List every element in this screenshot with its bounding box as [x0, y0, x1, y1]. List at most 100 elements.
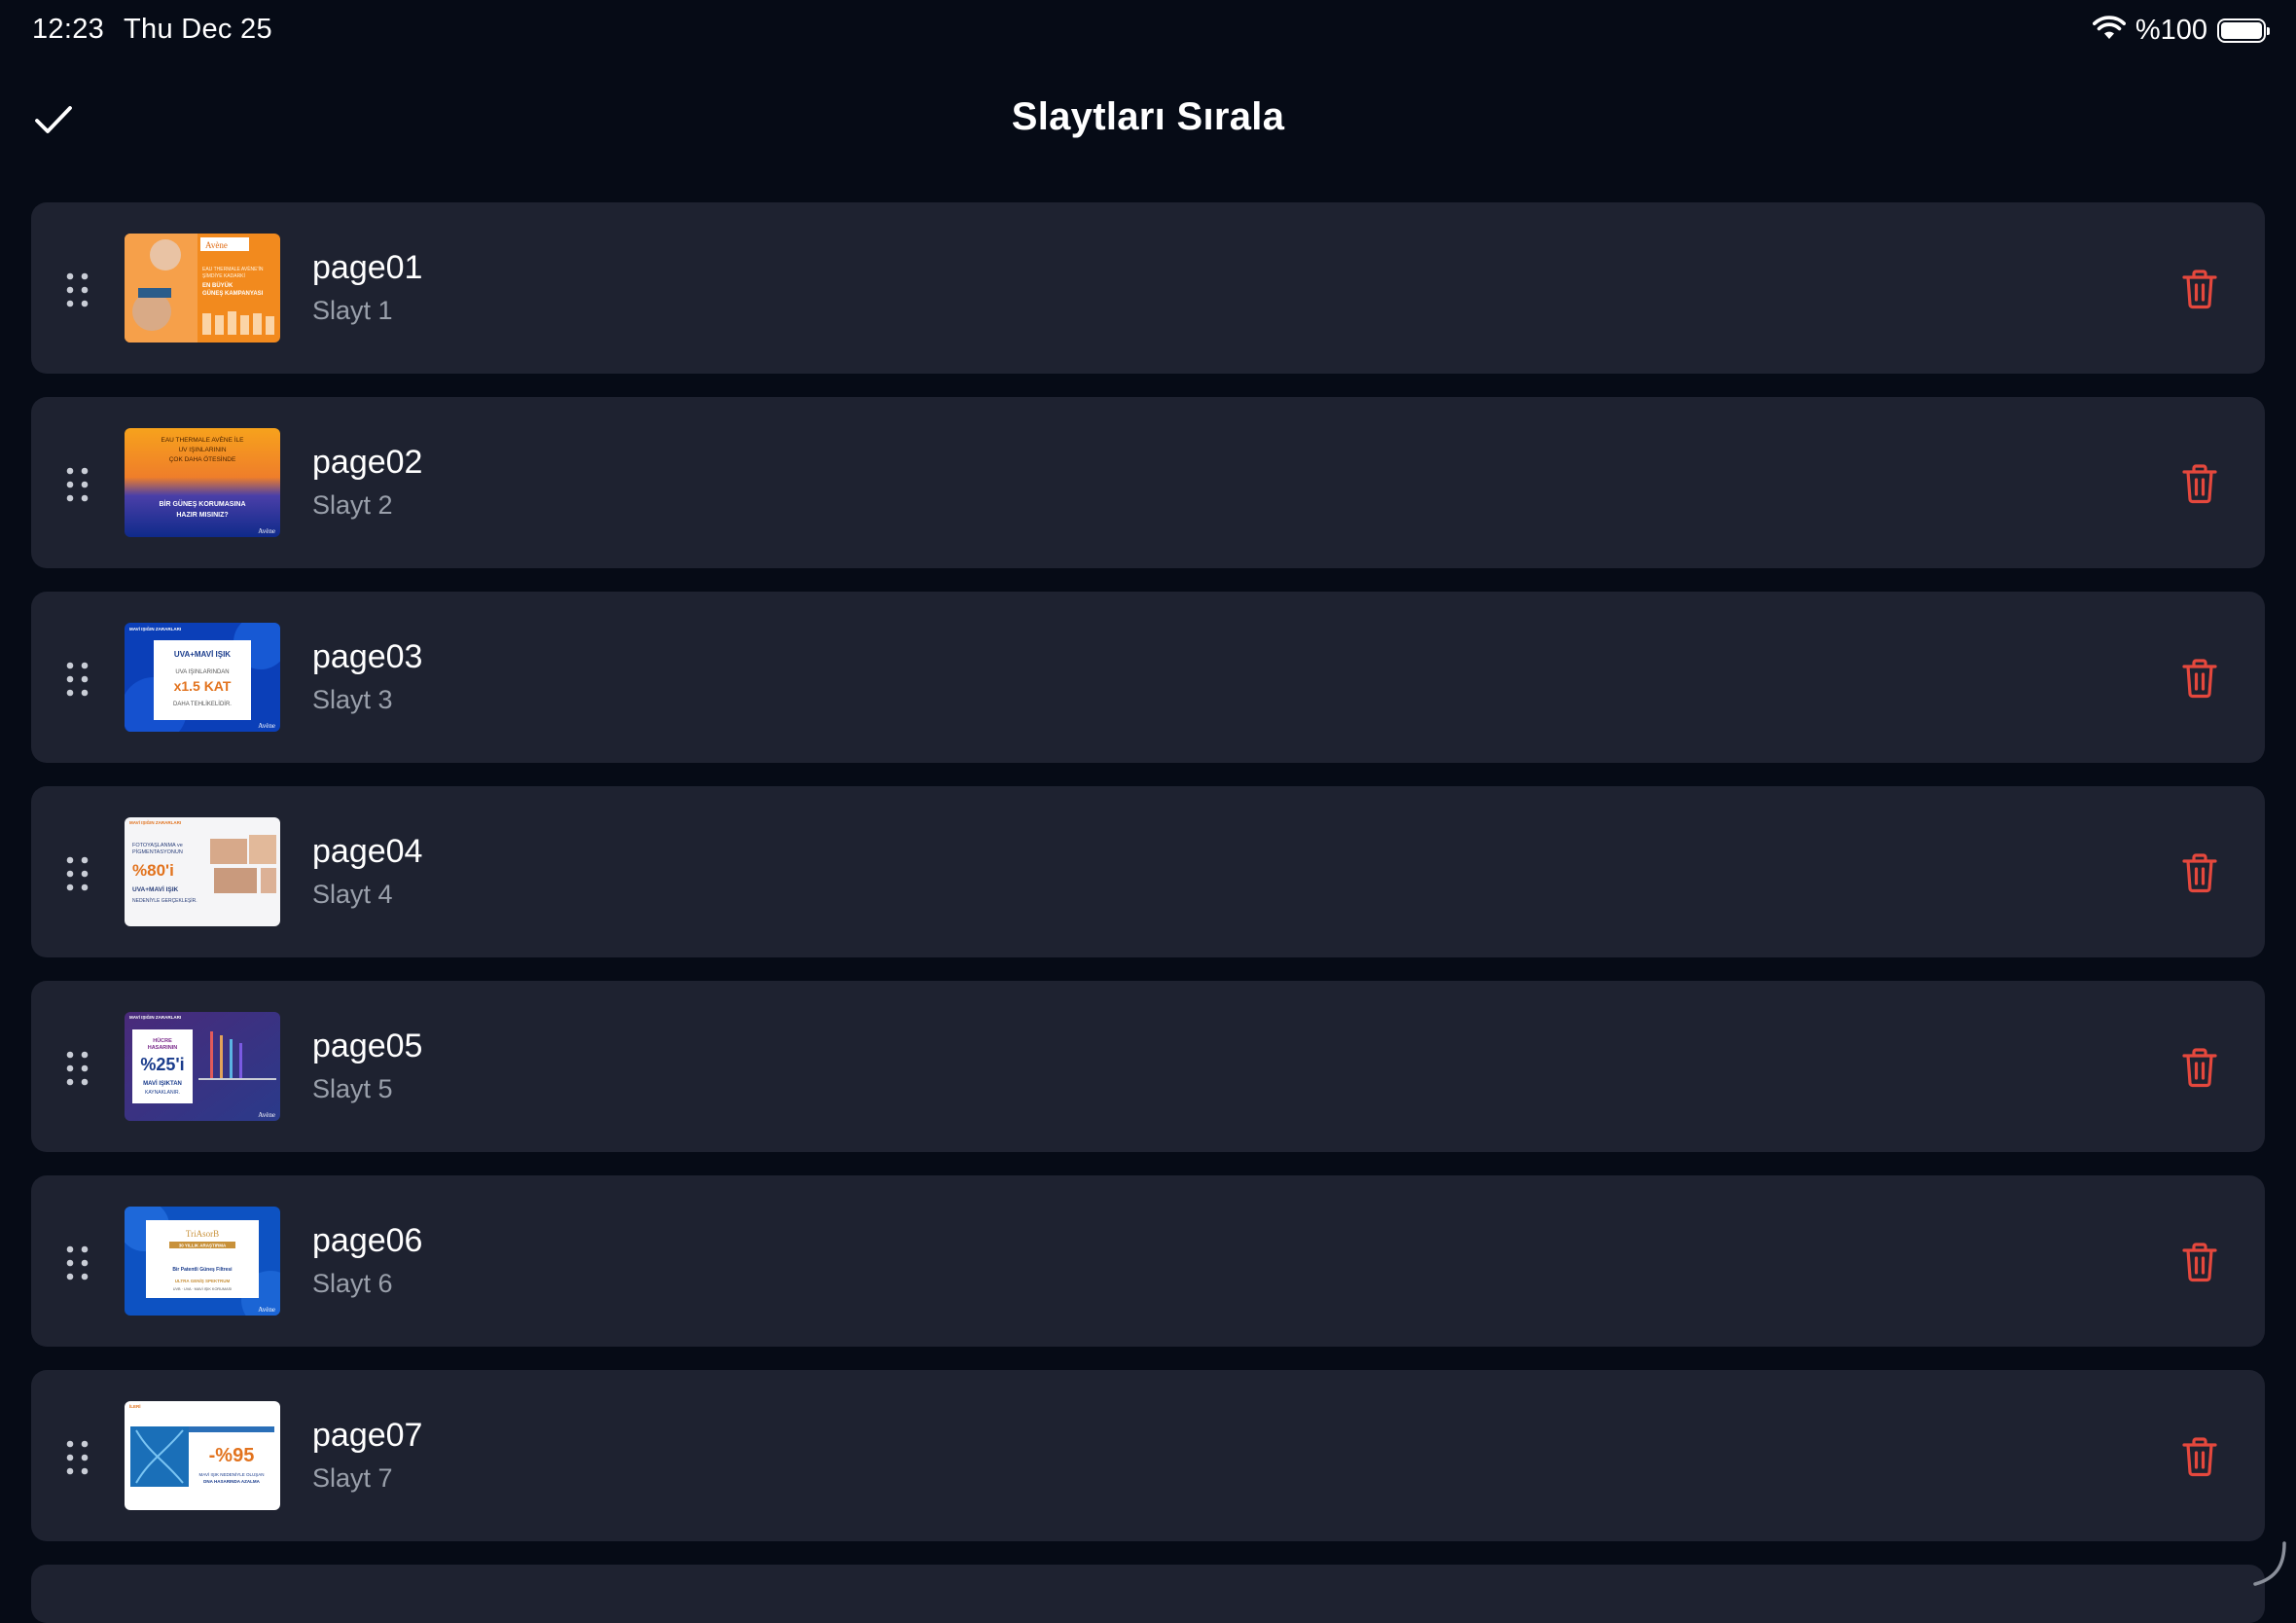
- slide-row[interactable]: TriAsorB 30 YILLIK ARAŞTIRMA Bir Patentl…: [31, 1175, 2265, 1347]
- trash-icon: [2182, 1437, 2217, 1477]
- drag-handle-icon[interactable]: [64, 1049, 91, 1088]
- drag-handle-icon[interactable]: [64, 1244, 91, 1282]
- thumb-text: İLERİ: [129, 1403, 141, 1409]
- thumb-text: EAU THERMALE AVÈNE İLE: [161, 435, 244, 444]
- slide-row[interactable]: Avène EAU THERMALE AVÈNE'İN ŞİMDİYE KADA…: [31, 202, 2265, 374]
- slide-title: page04: [312, 833, 423, 870]
- drag-handle-icon[interactable]: [64, 660, 91, 699]
- thumb-text: %25'i: [140, 1055, 184, 1074]
- slide-title: page07: [312, 1417, 423, 1454]
- slide-thumbnail: İLERİ -%95 MAVİ IŞIK NEDENİYLE OLUŞAN DN…: [125, 1401, 280, 1510]
- slide-title: page05: [312, 1028, 423, 1064]
- thumb-text: EAU THERMALE AVÈNE'İN: [202, 266, 264, 272]
- thumb-text: EN BÜYÜK: [202, 282, 233, 289]
- thumb-text: x1.5 KAT: [174, 678, 232, 694]
- slide-row[interactable]: MAVİ IŞIĞIN ZARARLARI HÜCRE HASARININ %2…: [31, 981, 2265, 1152]
- thumb-logo: Avène: [205, 240, 228, 250]
- thumb-text: MAVİ IŞIK NEDENİYLE OLUŞAN: [199, 1471, 265, 1477]
- thumb-text: DAHA TEHLİKELİDİR.: [173, 701, 232, 707]
- delete-button[interactable]: [2173, 1041, 2226, 1094]
- thumb-text: ULTRA GENİŞ SPEKTRUM: [175, 1278, 231, 1283]
- thumb-text: MAVİ IŞIKTAN: [143, 1080, 182, 1087]
- thumb-text: GÜNEŞ KAMPANYASI: [202, 290, 264, 297]
- delete-button[interactable]: [2173, 847, 2226, 899]
- delete-button[interactable]: [2173, 263, 2226, 315]
- drag-handle-icon[interactable]: [64, 1438, 91, 1477]
- page-title: Slaytları Sırala: [1011, 95, 1285, 138]
- thumb-text: NEDENİYLE GERÇEKLEŞİR.: [132, 897, 197, 904]
- status-bar: 12:23 Thu Dec 25 %100: [0, 0, 2296, 62]
- trash-icon: [2182, 1243, 2217, 1282]
- slide-title: page03: [312, 638, 423, 675]
- thumb-text: BİR GÜNEŞ KORUMASINA: [159, 499, 245, 508]
- delete-button[interactable]: [2173, 457, 2226, 510]
- thumb-text: UVA+MAVİ IŞIK: [132, 885, 179, 893]
- thumb-text: UV IŞINLARININ: [178, 447, 226, 453]
- thumb-text: %80'i: [132, 861, 174, 880]
- thumb-text: PİGMENTASYONUN: [132, 848, 183, 855]
- delete-button[interactable]: [2173, 1430, 2226, 1483]
- drag-handle-icon[interactable]: [64, 270, 91, 309]
- scroll-indicator[interactable]: [2249, 1539, 2288, 1588]
- slide-subtitle: Slayt 7: [312, 1463, 393, 1493]
- slide-title: page02: [312, 444, 423, 481]
- thumb-logo: Avène: [258, 1111, 275, 1119]
- thumb-text: TriAsorB: [186, 1229, 219, 1239]
- thumb-text: FOTOYAŞLANMA ve: [132, 843, 183, 848]
- thumb-text: ÇOK DAHA ÖTESİNDE: [169, 454, 236, 463]
- slide-subtitle: Slayt 5: [312, 1074, 393, 1103]
- slide-thumbnail: EAU THERMALE AVÈNE İLE UV IŞINLARININ ÇO…: [125, 428, 280, 537]
- thumb-text: KAYNAKLANIR.: [145, 1090, 180, 1096]
- status-date: Thu Dec 25: [124, 14, 272, 45]
- thumb-text: ŞİMDİYE KADARKİ: [202, 272, 245, 279]
- slide-title: page01: [312, 249, 423, 286]
- delete-button[interactable]: [2173, 1236, 2226, 1288]
- slide-row[interactable]: EAU THERMALE AVÈNE İLE UV IŞINLARININ ÇO…: [31, 397, 2265, 568]
- trash-icon: [2182, 270, 2217, 309]
- battery-percent: %100: [2135, 14, 2207, 46]
- slide-thumbnail: MAVİ IŞIĞIN ZARARLARI FOTOYAŞLANMA ve Pİ…: [125, 817, 280, 926]
- thumb-text: -%95: [209, 1445, 255, 1466]
- thumb-text: UVA IŞINLARINDAN: [175, 669, 229, 675]
- trash-icon: [2182, 1048, 2217, 1088]
- slide-row[interactable]: İLERİ -%95 MAVİ IŞIK NEDENİYLE OLUŞAN DN…: [31, 1370, 2265, 1541]
- slide-subtitle: Slayt 6: [312, 1269, 393, 1298]
- thumb-text: MAVİ IŞIĞIN ZARARLARI: [129, 1013, 181, 1020]
- slide-thumbnail: MAVİ IŞIĞIN ZARARLARI UVA+MAVİ IŞIK UVA …: [125, 623, 280, 732]
- slide-subtitle: Slayt 2: [312, 490, 393, 520]
- thumb-logo: Avène: [258, 1306, 275, 1314]
- navigation-bar: Slaytları Sırala: [0, 78, 2296, 156]
- trash-icon: [2182, 853, 2217, 893]
- status-right: %100: [2092, 13, 2270, 48]
- slide-row[interactable]: MAVİ IŞIĞIN ZARARLARI UVA+MAVİ IŞIK UVA …: [31, 592, 2265, 763]
- trash-icon: [2182, 659, 2217, 699]
- drag-handle-icon[interactable]: [64, 854, 91, 893]
- drag-handle-icon[interactable]: [64, 465, 91, 504]
- slide-list[interactable]: Avène EAU THERMALE AVÈNE'İN ŞİMDİYE KADA…: [31, 202, 2265, 1565]
- status-time: 12:23: [32, 14, 105, 45]
- slide-subtitle: Slayt 1: [312, 296, 393, 325]
- slide-subtitle: Slayt 3: [312, 685, 393, 714]
- trash-icon: [2182, 464, 2217, 504]
- slide-subtitle: Slayt 4: [312, 880, 393, 909]
- thumb-text: HASARININ: [148, 1045, 178, 1051]
- delete-button[interactable]: [2173, 652, 2226, 704]
- thumb-text: HÜCRE: [153, 1037, 172, 1044]
- thumb-logo: Avène: [258, 527, 275, 535]
- battery-icon: [2217, 18, 2270, 43]
- slide-thumbnail: TriAsorB 30 YILLIK ARAŞTIRMA Bir Patentl…: [125, 1207, 280, 1316]
- thumb-text: Bir Patentli Güneş Filtresi: [172, 1267, 233, 1273]
- thumb-text: HAZIR MISINIZ?: [176, 512, 228, 519]
- thumb-logo: Avène: [258, 722, 275, 730]
- thumb-text: MAVİ IŞIĞIN ZARARLARI: [129, 818, 181, 825]
- slide-thumbnail: MAVİ IŞIĞIN ZARARLARI HÜCRE HASARININ %2…: [125, 1012, 280, 1121]
- thumb-text: 30 YILLIK ARAŞTIRMA: [179, 1244, 227, 1248]
- slide-row-partial[interactable]: [31, 1565, 2265, 1623]
- thumb-text: UVB · UVA · MAVİ IŞIK KORUMASI: [173, 1286, 232, 1291]
- thumb-text: UVA+MAVİ IŞIK: [174, 650, 231, 659]
- slide-thumbnail: Avène EAU THERMALE AVÈNE'İN ŞİMDİYE KADA…: [125, 234, 280, 343]
- slide-title: page06: [312, 1222, 423, 1259]
- thumb-text: DNA HASARINDA AZALMA: [203, 1479, 260, 1484]
- slide-row[interactable]: MAVİ IŞIĞIN ZARARLARI FOTOYAŞLANMA ve Pİ…: [31, 786, 2265, 957]
- wifi-icon: [2092, 15, 2126, 46]
